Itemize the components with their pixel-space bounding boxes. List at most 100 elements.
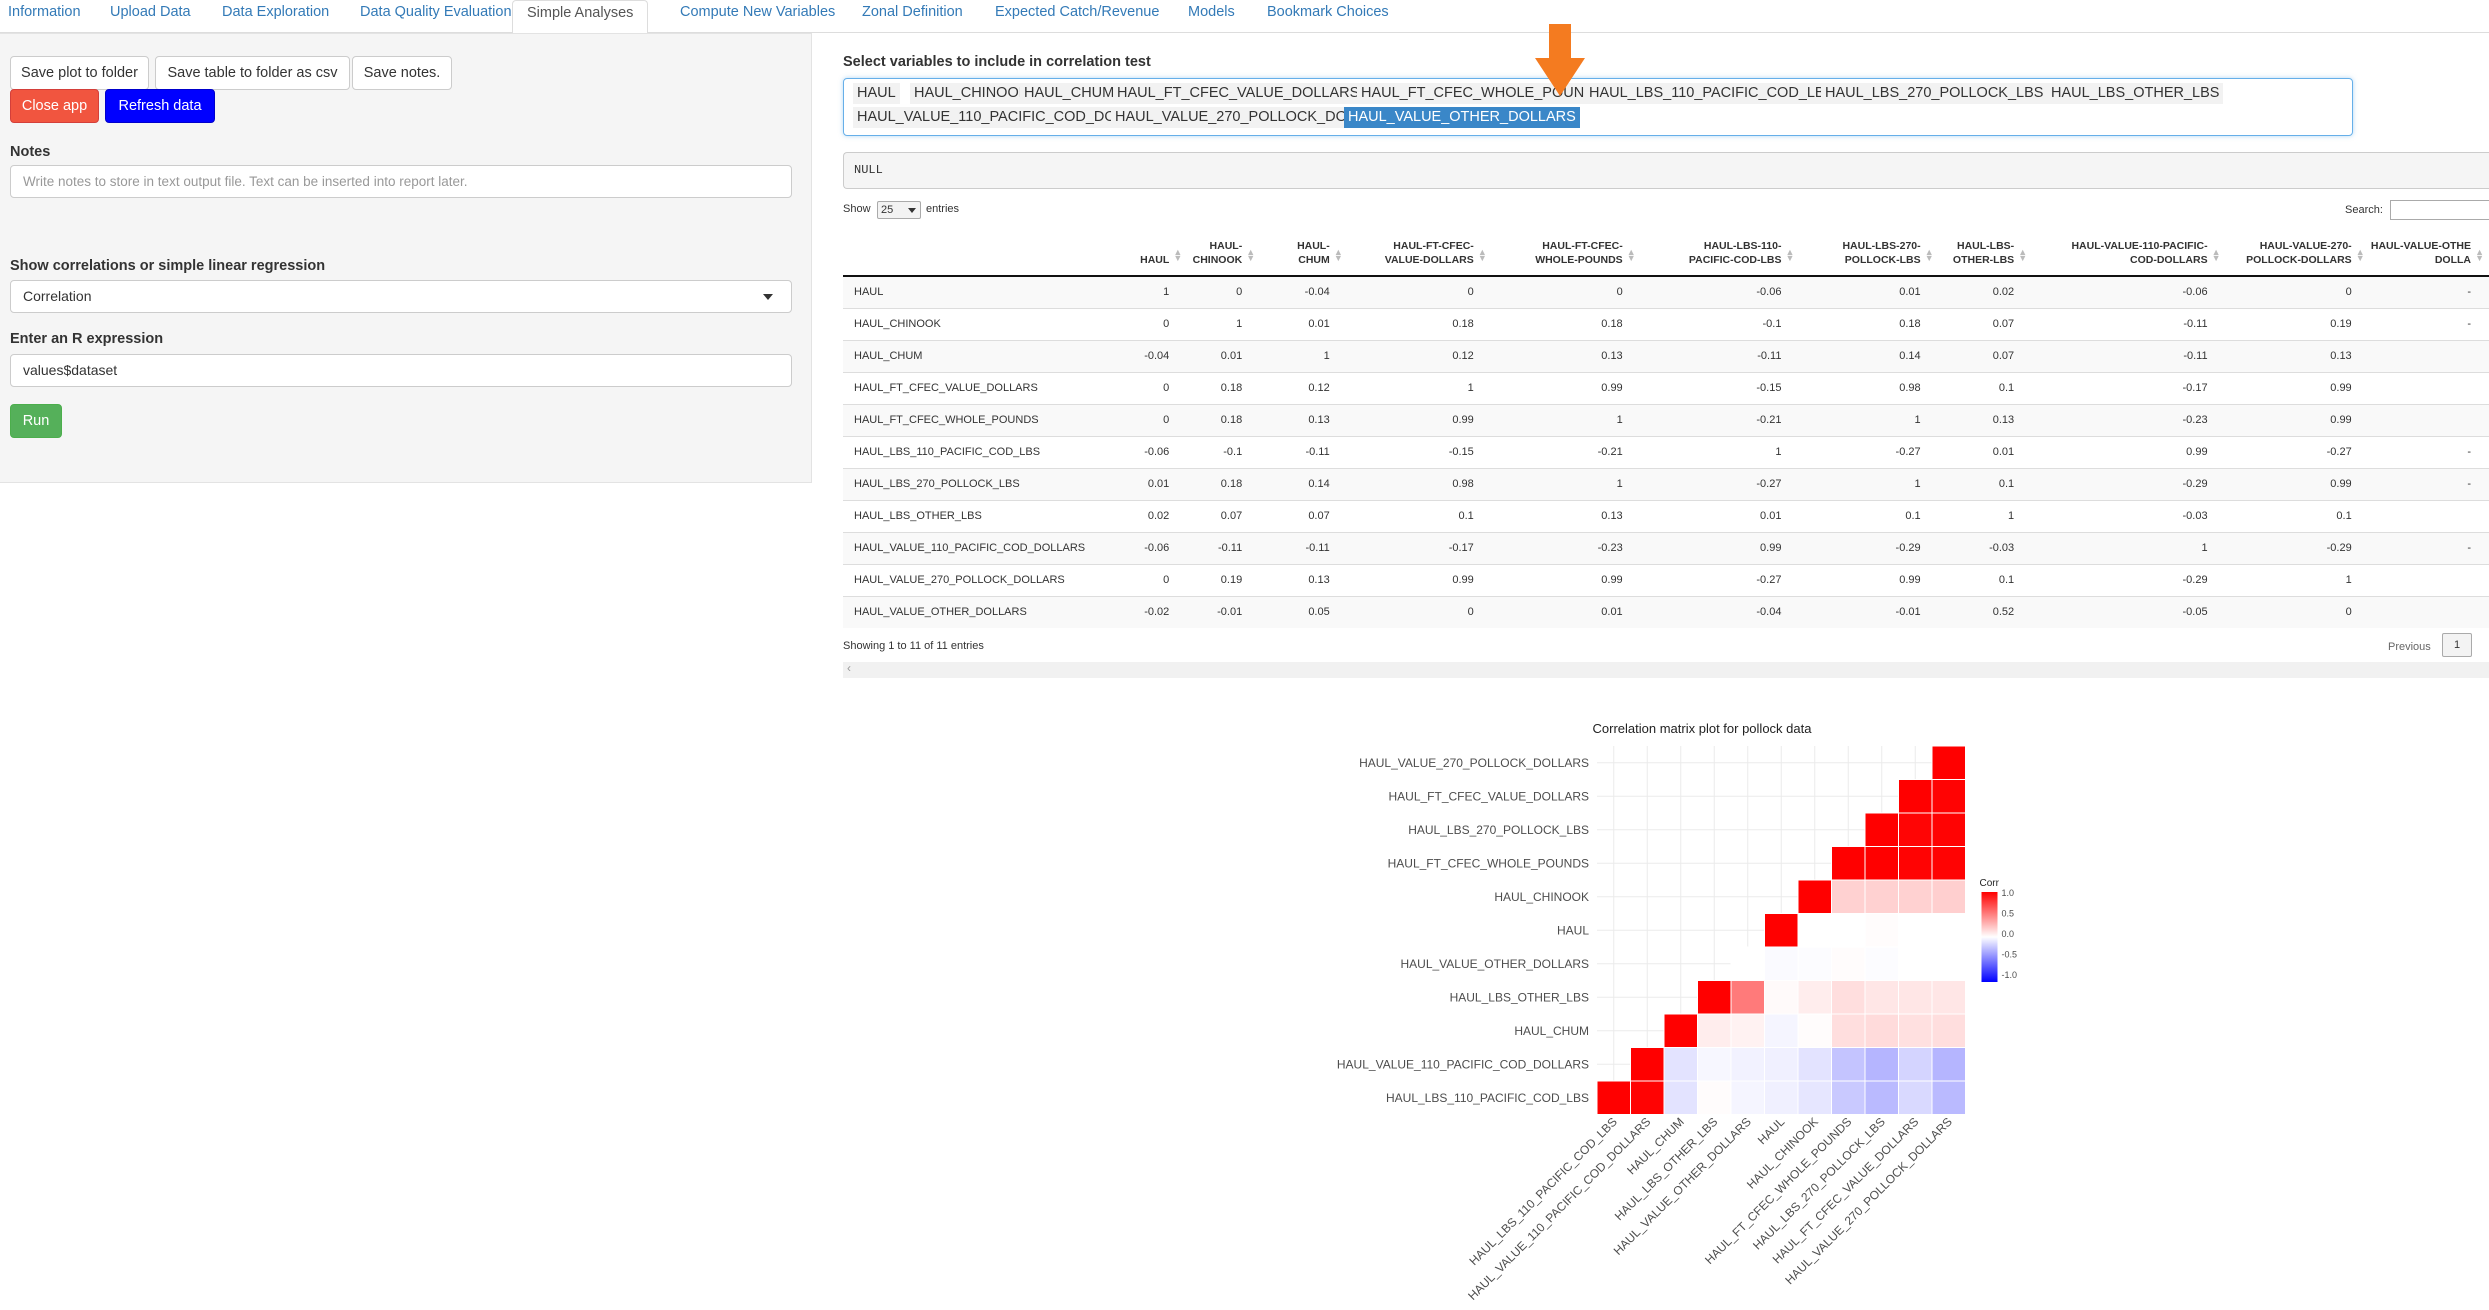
table-cell: -0.15 xyxy=(1347,435,1492,468)
table-cell: 0.99 xyxy=(1347,563,1492,596)
selected-variable-chip[interactable]: HAUL_VALUE_OTHER_DOLLARS xyxy=(1344,107,1580,128)
table-cell: 0.02 xyxy=(1122,499,1188,532)
sort-icon[interactable]: ▲ ▼ xyxy=(1478,248,1487,263)
save-notes-button[interactable]: Save notes. xyxy=(352,56,452,90)
entries-select[interactable]: 25 xyxy=(877,201,921,219)
table-header[interactable]: HAUL-LBS- OTHER-LBS ▲ ▼ xyxy=(1938,230,2033,277)
previous-button[interactable]: Previous xyxy=(2388,641,2431,653)
table-cell: -0.27 xyxy=(1799,435,1939,468)
selected-variable-chip[interactable]: HAUL xyxy=(853,83,900,104)
table-cell: 0.01 xyxy=(1938,435,2033,468)
sort-icon[interactable]: ▲ ▼ xyxy=(1246,248,1255,263)
table-cell: -0.27 xyxy=(1640,563,1800,596)
table-cell: 0.99 xyxy=(1347,403,1492,436)
table-row: HAUL 1 0 -0.04 0 0 -0.06 0.01 0.02 -0.06 0- xyxy=(843,275,2489,308)
tab-compute-new-variables[interactable]: Compute New Variables xyxy=(680,0,835,32)
sort-icon[interactable]: ▲ ▼ xyxy=(1627,248,1636,263)
tab-models[interactable]: Models xyxy=(1188,0,1235,32)
table-cell: 0 xyxy=(1122,307,1188,340)
sort-icon[interactable]: ▲ ▼ xyxy=(1786,248,1795,263)
table-cell: 0.1 xyxy=(1938,371,2033,404)
notes-input[interactable]: Write notes to store in text output file… xyxy=(10,165,792,198)
selected-variable-chip[interactable]: HAUL_CHINOOK xyxy=(910,83,1033,104)
table-header[interactable]: HAUL- CHINOOK ▲ ▼ xyxy=(1187,230,1261,277)
table-row: HAUL_VALUE_110_PACIFIC_COD_DOLLARS -0.06-… xyxy=(843,531,2489,564)
table-header-text: PACIFIC-COD-LBS xyxy=(1688,254,1782,266)
table-cell: -0.11 xyxy=(1187,531,1261,564)
sort-icon[interactable]: ▲ ▼ xyxy=(2475,248,2484,263)
table-row-name: HAUL xyxy=(843,275,1123,308)
table-header-text: HAUL-FT-CFEC- xyxy=(1393,240,1474,252)
table-cell: 0 xyxy=(2225,595,2370,628)
table-cell xyxy=(2369,371,2489,404)
mode-select[interactable]: Correlation xyxy=(10,280,792,313)
table-cell: -0.03 xyxy=(2032,499,2226,532)
table-header[interactable]: HAUL-VALUE-OTHE DOLLA ▲ ▼ xyxy=(2369,230,2489,277)
table-header[interactable]: HAUL-FT-CFEC- WHOLE-POUNDS ▲ ▼ xyxy=(1491,230,1641,277)
close-app-button[interactable]: Close app xyxy=(10,89,99,123)
table-header[interactable]: HAUL- CHUM ▲ ▼ xyxy=(1260,230,1348,277)
selected-variable-chip[interactable]: HAUL_LBS_OTHER_LBS xyxy=(2047,83,2224,104)
tab-information[interactable]: Information xyxy=(8,0,81,32)
sort-icon[interactable]: ▲ ▼ xyxy=(1173,248,1182,263)
selected-variable-chip[interactable]: HAUL_CHUM xyxy=(1020,83,1119,104)
run-button[interactable]: Run xyxy=(10,404,62,438)
table-cell: -0.06 xyxy=(1122,435,1188,468)
variable-multiselect[interactable]: HAUL HAUL_CHINOOK HAUL_CHUM HAUL_FT_CFEC_VA… xyxy=(843,78,2353,136)
tab-upload-data[interactable]: Upload Data xyxy=(110,0,191,32)
table-cell: -0.29 xyxy=(2032,467,2226,500)
heatmap-cell xyxy=(1864,812,1899,847)
selected-variable-chip[interactable]: HAUL_FT_CFEC_VALUE_DOLLARS xyxy=(1113,83,1364,104)
table-row-name: HAUL_VALUE_110_PACIFIC_COD_DOLLARS xyxy=(843,531,1123,564)
heatmap-cell xyxy=(1764,1047,1799,1082)
tab-zonal-definition[interactable]: Zonal Definition xyxy=(862,0,963,32)
table-header[interactable]: HAUL ▲ ▼ xyxy=(1122,230,1188,277)
table-header[interactable]: HAUL-LBS-110- PACIFIC-COD-LBS ▲ ▼ xyxy=(1640,230,1800,277)
heatmap-cell xyxy=(1898,946,1933,981)
sort-icon[interactable]: ▲ ▼ xyxy=(2356,248,2365,263)
table-cell: 0.1 xyxy=(2225,499,2370,532)
sort-icon[interactable]: ▲ ▼ xyxy=(1925,248,1934,263)
save-plot-button[interactable]: Save plot to folder xyxy=(10,56,149,90)
refresh-data-button[interactable]: Refresh data xyxy=(105,89,215,123)
tab-bookmark-choices[interactable]: Bookmark Choices xyxy=(1267,0,1389,32)
r-expression-input[interactable]: values$dataset xyxy=(10,354,792,387)
sort-icon[interactable]: ▲ ▼ xyxy=(2018,248,2027,263)
table-row-name: HAUL_VALUE_OTHER_DOLLARS xyxy=(843,595,1123,628)
tab-simple-analyses[interactable]: Simple Analyses xyxy=(512,0,649,34)
table-cell: 0.05 xyxy=(1260,595,1348,628)
table-cell: 0.02 xyxy=(1938,275,2033,308)
table-cell: -0.06 xyxy=(2032,275,2226,308)
selected-variable-chip[interactable]: HAUL_LBS_110_PACIFIC_COD_LBS xyxy=(1585,83,1839,104)
page-1-button[interactable]: 1 xyxy=(2442,633,2472,657)
search-input[interactable] xyxy=(2390,200,2489,220)
mode-label: Show correlations or simple linear regre… xyxy=(10,258,326,274)
tab-data-quality-evaluation[interactable]: Data Quality Evaluation xyxy=(360,0,512,32)
legend-title: Corr xyxy=(1980,878,2000,889)
selected-variable-chip[interactable]: HAUL_LBS_270_POLLOCK_LBS xyxy=(1821,83,2048,104)
table-header[interactable]: HAUL-VALUE-110-PACIFIC- COD-DOLLARS ▲ ▼ xyxy=(2032,230,2226,277)
sort-icon[interactable]: ▲ ▼ xyxy=(2212,248,2221,263)
table-cell xyxy=(2369,403,2489,436)
table-cell: -0.04 xyxy=(1260,275,1348,308)
table-cell: 1 xyxy=(1799,467,1939,500)
table-header[interactable]: HAUL-VALUE-270- POLLOCK-DOLLARS ▲ ▼ xyxy=(2225,230,2370,277)
tab-data-exploration[interactable]: Data Exploration xyxy=(222,0,329,32)
table-cell: 0.13 xyxy=(1260,563,1348,596)
sort-icon[interactable]: ▲ ▼ xyxy=(1334,248,1343,263)
table-row: HAUL_LBS_270_POLLOCK_LBS 0.01 0.18 0.14 0.98… xyxy=(843,467,2489,500)
table-cell: -0.29 xyxy=(2032,563,2226,596)
table-header[interactable]: HAUL-LBS-270- POLLOCK-LBS ▲ ▼ xyxy=(1799,230,1939,277)
tab-expected-catch-revenue[interactable]: Expected Catch/Revenue xyxy=(995,0,1159,32)
scroll-left-icon[interactable]: ‹ xyxy=(847,661,851,675)
heatmap-cell xyxy=(1831,879,1866,914)
main-tabs: Information Upload Data Data Exploration Da… xyxy=(0,0,2489,34)
table-cell: 0.99 xyxy=(2225,467,2370,500)
table-cell: -0.06 xyxy=(1122,531,1188,564)
table-header-text: CHINOOK xyxy=(1192,254,1243,266)
table-cell: 0.07 xyxy=(1938,339,2033,372)
save-table-button[interactable]: Save table to folder as csv xyxy=(155,56,350,90)
horizontal-scrollbar[interactable]: ‹ xyxy=(843,661,2489,678)
table-header[interactable]: HAUL-FT-CFEC- VALUE-DOLLARS ▲ ▼ xyxy=(1347,230,1492,277)
table-cell xyxy=(2369,499,2489,532)
